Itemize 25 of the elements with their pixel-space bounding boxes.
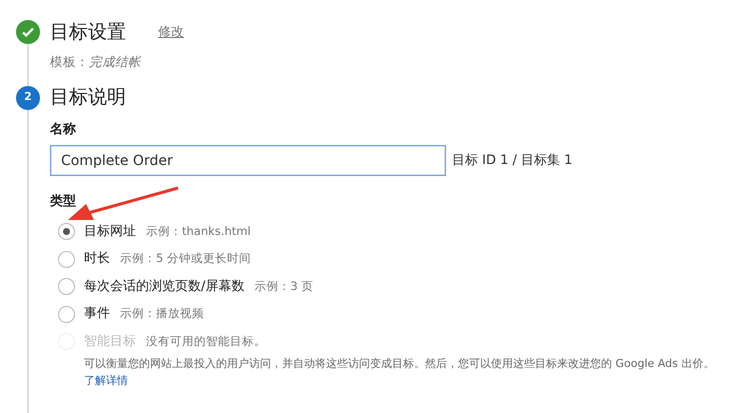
edit-link[interactable]: 修改 — [158, 22, 184, 42]
step-summary: 模板：完成结帐 — [50, 52, 142, 70]
field-label: 名称 — [50, 120, 76, 139]
description-text: 可以衡量您的网站上最投入的用户访问，并自动将这些访问变成目标。然后，您可以使用这些目标来改进您的 Google Ads 出价。 了解详情 — [84, 356, 716, 390]
example-text: 示例：播放视频 — [120, 305, 204, 322]
option-label: 智能目标 — [84, 332, 136, 351]
learn-more-link[interactable]: 了解详情 — [84, 374, 128, 388]
example-text: 示例：5 分钟或更长时间 — [120, 250, 251, 268]
radio-button[interactable] — [58, 250, 75, 268]
option-label: 每次会话的浏览页数/屏幕数 — [84, 278, 244, 296]
step-title: 目标设置 — [50, 20, 126, 45]
option-label: 目标网址 — [84, 222, 136, 241]
example-text: 没有可用的智能目标。 — [146, 332, 266, 350]
input-field[interactable]: Complete Order — [50, 145, 446, 176]
option-label: 时长 — [84, 250, 110, 268]
example-text: 示例：thanks.html — [146, 222, 251, 240]
step-number: 2 — [16, 86, 40, 110]
goal-id-text: 目标 ID 1 / 目标集 1 — [452, 152, 572, 170]
example-text: 示例：3 页 — [254, 278, 314, 295]
step-title: 目标说明 — [50, 85, 126, 110]
radio-button[interactable] — [58, 223, 75, 240]
field-label: 类型 — [50, 193, 76, 212]
option-label: 事件 — [84, 305, 110, 324]
radio-button[interactable] — [58, 306, 75, 322]
radio-button[interactable] — [58, 278, 75, 295]
